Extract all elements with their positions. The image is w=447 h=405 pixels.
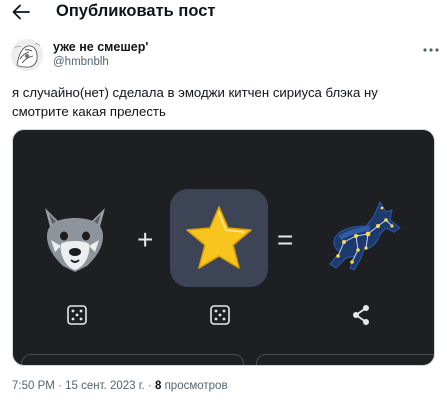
post-meta: 7:50 PM · 15 сент. 2023 г. · 8 просмотро… (12, 379, 228, 393)
author-handle[interactable]: @hmbnblh (53, 56, 109, 69)
post-time[interactable]: 7:50 PM (12, 380, 55, 392)
star-emoji (186, 206, 252, 269)
author-row: уже не смешер' @hmbnblh (0, 36, 447, 76)
post-text: я случайно(нет) сделала в эмоджи китчен … (12, 85, 378, 119)
views-label: просмотров (164, 380, 228, 392)
constellation-wolf-sticker (329, 200, 401, 271)
views-count[interactable]: 8 просмотров (155, 380, 228, 392)
emoji-kitchen-combo: + = (13, 130, 434, 365)
post-media[interactable]: + = (12, 129, 435, 366)
page-title: Опубликовать пост (56, 2, 216, 20)
equals-sign: = (277, 224, 294, 255)
post-date[interactable]: 15 сент. 2023 г. (65, 380, 145, 392)
separator: · (58, 380, 62, 392)
plus-sign: + (137, 224, 154, 255)
arrow-left-icon[interactable] (10, 2, 32, 22)
top-bar: Опубликовать пост (0, 0, 447, 24)
views-number: 8 (154, 380, 162, 392)
avatar[interactable] (11, 39, 43, 71)
dice-icon[interactable] (66, 304, 88, 326)
author-name[interactable]: уже не смешер' (53, 40, 148, 54)
more-horizontal-icon[interactable] (419, 40, 443, 60)
share-icon[interactable] (349, 303, 373, 327)
dice-icon[interactable] (209, 304, 231, 326)
bottom-card-left (21, 354, 244, 365)
bottom-card-right (256, 354, 434, 365)
wolf-emoji (45, 208, 105, 272)
separator: · (147, 380, 152, 392)
